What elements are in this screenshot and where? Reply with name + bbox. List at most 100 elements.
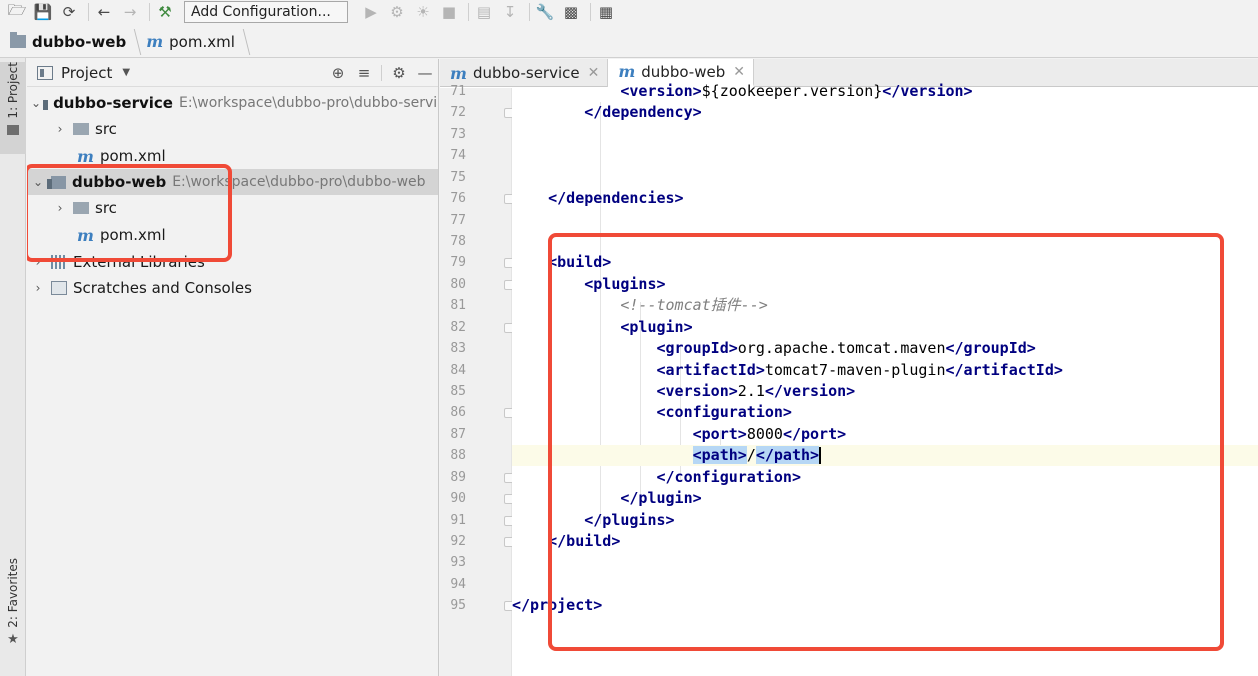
line-number: 93 [450,555,466,570]
tree-item-label: src [95,199,117,217]
sdk-icon[interactable]: ▦ [595,1,617,23]
back-arrow-icon[interactable]: ← [93,1,115,23]
chevron-down-icon[interactable]: ⌄ [31,96,41,110]
maven-file-icon: m [77,225,94,245]
code-line-89: </configuration> [656,468,802,486]
toolbar-separator [590,3,591,21]
chevron-right-icon[interactable]: › [53,122,67,136]
gear-icon[interactable]: ⚙ [386,64,412,82]
locate-file-icon[interactable]: ⊕ [325,64,351,82]
tree-item-label: Scratches and Consoles [73,279,252,297]
tree-item-dubbo-service[interactable]: ⌄ dubbo-service E:\workspace\dubbo-pro\d… [27,90,439,116]
line-number: 71 [450,84,466,99]
maven-file-icon: m [146,32,164,51]
line-number: 90 [450,491,466,506]
close-icon[interactable]: ✕ [588,65,600,81]
project-folder-icon [7,124,19,135]
text-caret [819,447,822,464]
code-line-79: <build> [548,253,612,271]
toolbar-separator [529,3,530,21]
run-icon[interactable]: ▶ [360,1,382,23]
project-panel-header: Project ▼ ⊕ ≡ ⚙ — [27,59,438,87]
breadcrumb-file-label: pom.xml [169,32,235,51]
line-number: 75 [450,170,466,185]
breadcrumb-project[interactable]: dubbo-web [10,32,127,51]
module-path: E:\workspace\dubbo-pro\dubbo-service [178,95,439,111]
line-number: 82 [450,320,466,335]
line-number: 87 [450,427,466,442]
code-line-90: </plugin> [620,489,702,507]
breadcrumb-file[interactable]: m pom.xml [146,32,235,51]
scratches-icon [51,281,67,295]
run-configuration-select[interactable]: Add Configuration... [184,1,348,23]
run-with-coverage-icon[interactable]: ☀ [412,1,434,23]
tree-item-src[interactable]: › src [27,116,438,142]
code-line-81: <!--tomcat插件--> [620,296,768,314]
favorites-tool-tab[interactable]: 2: Favorites ★ [0,558,26,662]
line-number: 92 [450,534,466,549]
chevron-down-icon[interactable]: ▼ [122,67,130,78]
close-icon[interactable]: ✕ [733,64,745,80]
line-number: 79 [450,255,466,270]
line-number: 94 [450,577,466,592]
editor-gutter: 71 72 73 74 75 76 77 78 79 80 81 82 83 8… [440,84,540,676]
project-tool-tab[interactable]: 1: Project [0,62,26,154]
open-folder-icon[interactable]: 🗁 [6,1,28,23]
hide-panel-icon[interactable]: — [412,64,438,82]
code-line-71: <version>${zookeeper.version}</version> [620,82,973,100]
line-number: 91 [450,513,466,528]
breadcrumb-separator [124,28,142,55]
line-number: 84 [450,363,466,378]
wrench-settings-icon[interactable]: 🔧 [534,1,556,23]
code-line-87: <port>8000</port> [692,425,847,443]
collapse-all-icon[interactable]: ≡ [351,64,377,82]
deploy-icon[interactable]: ↧ [499,1,521,23]
code-line-76: </dependencies> [548,189,684,207]
maven-file-icon: m [450,63,467,83]
line-number: 80 [450,277,466,292]
build-hammer-icon[interactable]: ⚒ [154,1,176,23]
chevron-right-icon[interactable]: › [53,201,67,215]
project-structure-icon[interactable]: ▩ [560,1,582,23]
tab-label: dubbo-web [641,62,726,81]
tab-label: dubbo-service [472,64,580,82]
chevron-right-icon[interactable]: › [31,281,45,295]
code-line-83: <groupId>org.apache.tomcat.maven</groupI… [656,339,1036,357]
line-number: 72 [450,105,466,120]
code-line-82: <plugin> [620,318,693,336]
tree-item-label: dubbo-web [72,173,167,191]
tree-item-src[interactable]: › src [27,195,438,221]
code-line-95: </project> [512,596,603,614]
line-number: 86 [450,405,466,420]
tree-item-label: pom.xml [99,226,166,244]
library-icon [51,255,67,269]
line-number: 89 [450,470,466,485]
toolbar-separator [468,3,469,21]
tree-item-label: dubbo-service [53,94,173,112]
code-editor[interactable]: <version>${zookeeper.version}</version> … [512,82,1258,676]
tree-item-dubbo-web[interactable]: ⌄ dubbo-web E:\workspace\dubbo-pro\dubbo… [27,169,438,195]
editor-area: m dubbo-service ✕ m dubbo-web ✕ 71 72 73… [440,59,1258,676]
tree-item-label: src [95,120,117,138]
code-line-80: <plugins> [584,275,666,293]
code-line-88: <path>/</path> [512,445,1258,466]
tree-item-pom-xml[interactable]: m pom.xml [27,222,438,248]
chevron-right-icon[interactable]: › [31,255,45,269]
save-icon[interactable]: 💾 [32,1,54,23]
project-view-icon [37,65,53,80]
forward-arrow-icon[interactable]: → [119,1,141,23]
line-number: 76 [450,191,466,206]
stop-icon[interactable]: ■ [438,1,460,23]
chevron-down-icon[interactable]: ⌄ [31,175,45,189]
debug-icon[interactable]: ⚙ [386,1,408,23]
tree-item-scratches[interactable]: › Scratches and Consoles [27,275,438,301]
line-number: 73 [450,127,466,142]
code-line-85: <version>2.1</version> [656,382,856,400]
sync-icon[interactable]: ⟳ [58,1,80,23]
build-artifacts-icon[interactable]: ▤ [473,1,495,23]
project-view-selector[interactable]: Project [61,64,112,82]
tree-item-external-libraries[interactable]: › External Libraries [27,249,438,275]
tree-item-pom-xml[interactable]: m pom.xml [27,143,438,169]
ide-window: 🗁 💾 ⟳ ← → ⚒ Add Configuration... ▶ ⚙ ☀ ■… [0,0,1258,676]
breadcrumb-project-label: dubbo-web [32,32,127,51]
